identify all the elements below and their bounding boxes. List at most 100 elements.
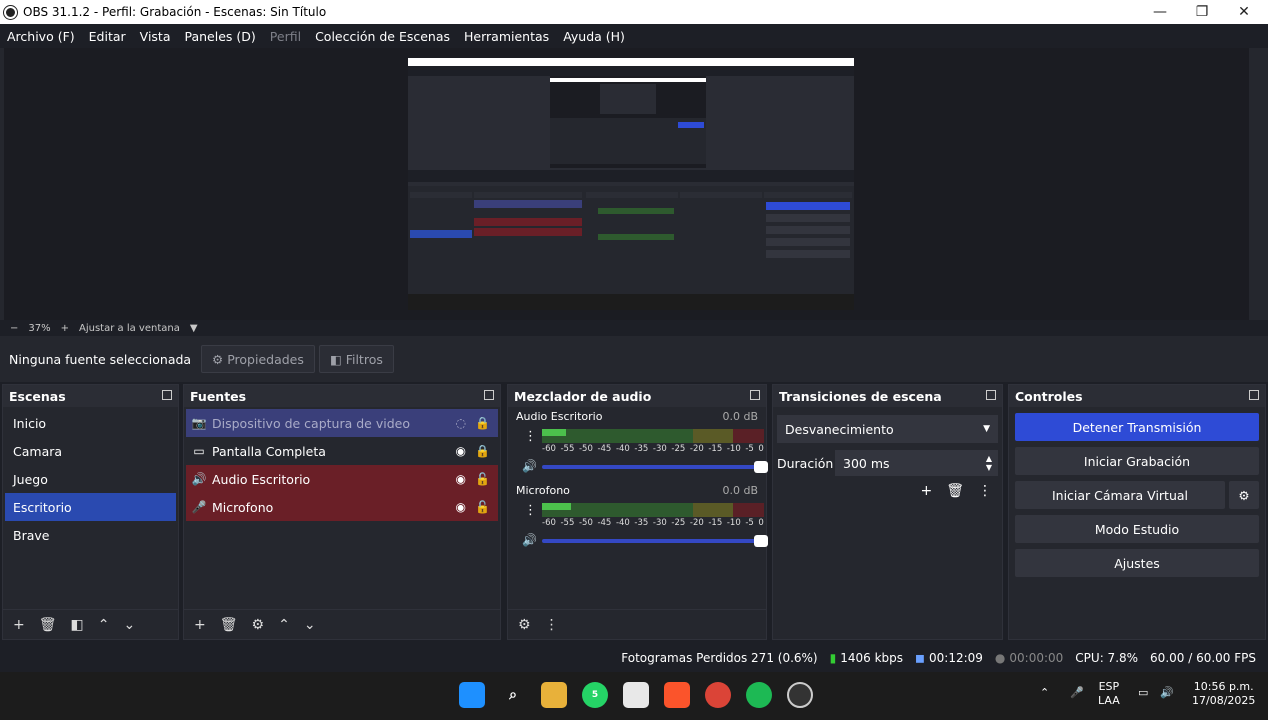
whatsapp-icon[interactable]: 5 (582, 682, 608, 708)
menu-ayuda[interactable]: Ayuda (H) (563, 29, 625, 44)
mixer-title: Mezclador de audio (508, 385, 766, 407)
chevron-up-icon[interactable]: ⌃ (278, 617, 290, 633)
add-icon[interactable]: + (13, 617, 25, 633)
obs-taskbar-icon[interactable] (787, 682, 813, 708)
trash-icon[interactable]: 🗑 (39, 617, 57, 633)
close-button[interactable]: ✕ (1224, 0, 1264, 24)
virtual-camera-button[interactable]: Iniciar Cámara Virtual (1015, 481, 1225, 509)
virtual-cam-row: Iniciar Cámara Virtual ⚙ (1015, 481, 1259, 509)
chevron-up-icon[interactable]: ⌃ (98, 617, 110, 633)
undock-icon[interactable] (162, 390, 172, 400)
menu-editar[interactable]: Editar (89, 29, 126, 44)
window-title: OBS 31.1.2 - Perfil: Grabación - Escenas… (23, 5, 327, 19)
spin-arrows-icon[interactable]: ▲ ▼ (986, 454, 992, 472)
keyboard-layout: LAA (1098, 694, 1120, 707)
scene-item-selected[interactable]: Escritorio (5, 493, 176, 521)
brave-icon[interactable] (664, 682, 690, 708)
unlock-icon[interactable]: 🔓 (475, 472, 490, 486)
controls-dock: Controles Detener Transmisión Iniciar Gr… (1008, 384, 1266, 640)
zoom-in-button[interactable]: + (61, 323, 69, 334)
scene-item[interactable]: Juego (5, 465, 176, 493)
source-item[interactable]: 🔊 Audio Escritorio ◉ 🔓 (186, 465, 498, 493)
undock-icon[interactable] (986, 390, 996, 400)
kebab-menu-icon[interactable]: ⋮ (524, 503, 537, 518)
properties-button[interactable]: ⚙ Propiedades (201, 345, 315, 373)
gear-icon[interactable]: ⚙ (252, 617, 265, 633)
microphone-icon: 🎤 (191, 500, 207, 514)
chevron-down-icon[interactable]: ⌄ (123, 617, 135, 633)
chrome-icon[interactable] (705, 682, 731, 708)
settings-button[interactable]: Ajustes (1015, 549, 1259, 577)
fit-to-window-label[interactable]: Ajustar a la ventana (79, 323, 180, 334)
advanced-audio-icon[interactable]: ⚙ (518, 617, 531, 633)
volume-slider-handle[interactable] (754, 535, 768, 547)
filter-icon[interactable]: ◧ (71, 617, 84, 633)
eye-hidden-icon[interactable]: ◌ (456, 416, 466, 430)
eye-icon[interactable]: ◉ (456, 472, 466, 486)
windows-start-icon[interactable] (459, 682, 485, 708)
stream-icon: ◼ (915, 651, 925, 665)
eye-icon[interactable]: ◉ (456, 444, 466, 458)
language-indicator[interactable]: ESP LAA (1098, 680, 1120, 708)
kebab-menu-icon[interactable]: ⋮ (978, 483, 992, 499)
speaker-icon[interactable]: 🔊 (522, 533, 537, 547)
clock[interactable]: 10:56 p.m. 17/08/2025 (1192, 680, 1255, 708)
transitions-title: Transiciones de escena (773, 385, 1002, 407)
zoom-out-button[interactable]: − (10, 323, 18, 334)
studio-mode-button[interactable]: Modo Estudio (1015, 515, 1259, 543)
spotify-icon[interactable] (746, 682, 772, 708)
store-icon[interactable] (623, 682, 649, 708)
chevron-down-icon[interactable]: ⌄ (304, 617, 316, 633)
trash-icon[interactable]: 🗑 (946, 483, 964, 499)
menu-perfil[interactable]: Perfil (270, 29, 301, 44)
preview-viewport[interactable] (4, 48, 1249, 320)
preview-canvas[interactable] (408, 58, 854, 310)
volume-slider[interactable] (542, 539, 766, 543)
file-explorer-icon[interactable] (541, 682, 567, 708)
source-item[interactable]: 🎤 Microfono ◉ 🔓 (186, 493, 498, 521)
volume-icon[interactable]: 🔊 (1160, 686, 1174, 699)
menu-coleccion-escenas[interactable]: Colección de Escenas (315, 29, 450, 44)
scene-item[interactable]: Brave (5, 521, 176, 549)
add-icon[interactable]: + (920, 483, 932, 499)
filters-button[interactable]: ◧ Filtros (318, 345, 394, 373)
undock-icon[interactable] (750, 390, 760, 400)
chevron-up-icon[interactable]: ⌃ (1040, 686, 1049, 699)
scene-item[interactable]: Camara (5, 437, 176, 465)
kebab-menu-icon[interactable]: ⋮ (524, 429, 537, 444)
transition-select[interactable]: Desvanecimiento ▼ (777, 415, 998, 443)
lock-icon[interactable]: 🔒 (475, 444, 490, 458)
obs-logo-icon (4, 5, 17, 19)
menu-herramientas[interactable]: Herramientas (464, 29, 549, 44)
source-item[interactable]: 📷 Dispositivo de captura de video ◌ 🔒 (186, 409, 498, 437)
maximize-button[interactable]: ❐ (1182, 0, 1222, 24)
duration-spinbox[interactable]: 300 ms ▲ ▼ (835, 450, 998, 476)
search-icon[interactable]: ⌕ (500, 682, 526, 708)
volume-slider[interactable] (542, 465, 766, 469)
stop-stream-button[interactable]: Detener Transmisión (1015, 413, 1259, 441)
speaker-icon[interactable]: 🔊 (522, 459, 537, 473)
gear-icon[interactable]: ⚙ (1229, 481, 1259, 509)
kebab-menu-icon[interactable]: ⋮ (545, 617, 559, 633)
mixer-channel: Microfono 0.0 dB ⋮ -60 -55 -50 -45 -40 -35 -30… (508, 481, 768, 551)
source-item[interactable]: ▭ Pantalla Completa ◉ 🔒 (186, 437, 498, 465)
scale-tick: -20 (689, 444, 704, 454)
menu-paneles[interactable]: Paneles (D) (185, 29, 256, 44)
menu-vista[interactable]: Vista (140, 29, 171, 44)
undock-icon[interactable] (484, 390, 494, 400)
microphone-icon[interactable]: 🎤 (1070, 686, 1084, 699)
start-recording-button[interactable]: Iniciar Grabación (1015, 447, 1259, 475)
lock-icon[interactable]: 🔒 (475, 416, 490, 430)
scene-item[interactable]: Inicio (5, 409, 176, 437)
eye-icon[interactable]: ◉ (456, 500, 466, 514)
volume-slider-handle[interactable] (754, 461, 768, 473)
minimize-button[interactable]: — (1140, 0, 1180, 24)
undock-icon[interactable] (1249, 390, 1259, 400)
unlock-icon[interactable]: 🔓 (475, 500, 490, 514)
network-icon[interactable]: ▭ (1138, 686, 1148, 699)
dropped-frames: Fotogramas Perdidos 271 (0.6%) (621, 651, 818, 665)
add-icon[interactable]: + (194, 617, 206, 633)
menu-archivo[interactable]: Archivo (F) (7, 29, 75, 44)
chevron-down-icon[interactable]: ▼ (190, 323, 198, 334)
trash-icon[interactable]: 🗑 (220, 617, 238, 633)
